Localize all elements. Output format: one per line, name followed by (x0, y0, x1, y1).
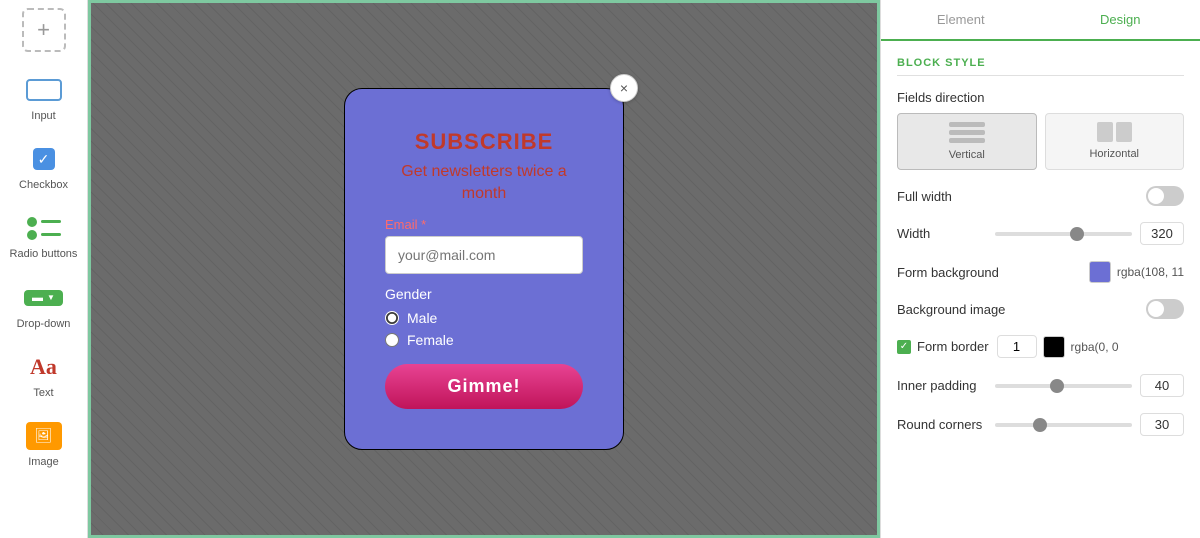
sidebar-item-radio[interactable]: Radio buttons (0, 202, 87, 271)
gender-male-radio[interactable] (385, 311, 399, 325)
sidebar-item-text[interactable]: Aa Text (0, 341, 87, 410)
inner-padding-slider-thumb[interactable] (1050, 379, 1064, 393)
round-corners-row: Round corners (897, 413, 1184, 436)
form-widget-wrapper: × SUBSCRIBE Get newsletters twice a mont… (344, 88, 624, 451)
inner-padding-input[interactable] (1140, 374, 1184, 397)
width-row: Width (897, 222, 1184, 245)
inner-padding-slider-group (995, 374, 1184, 397)
full-width-label: Full width (897, 189, 987, 204)
round-corners-label: Round corners (897, 417, 987, 432)
right-panel: Element Design BLOCK STYLE Fields direct… (880, 0, 1200, 538)
gender-label: Gender (385, 286, 583, 302)
email-label: Email * (385, 217, 583, 232)
sidebar-item-label: Image (28, 456, 59, 469)
round-corners-slider-track[interactable] (995, 423, 1132, 427)
submit-button[interactable]: Gimme! (385, 364, 583, 409)
sidebar: + Input ✓ Checkbox Radio buttons ▬ ▼ Dro… (0, 0, 88, 538)
gender-field-group: Gender Male Female (385, 286, 583, 348)
sidebar-item-input[interactable]: Input (0, 64, 87, 133)
round-corners-slider-group (995, 413, 1184, 436)
sidebar-item-checkbox[interactable]: ✓ Checkbox (0, 133, 87, 202)
section-block-style: BLOCK STYLE (897, 57, 1184, 76)
direction-vertical-label: Vertical (949, 149, 985, 161)
form-close-button[interactable]: × (610, 74, 638, 102)
round-corners-slider-thumb[interactable] (1033, 418, 1047, 432)
input-icon (22, 74, 66, 106)
form-background-label: Form background (897, 265, 999, 280)
round-corners-input[interactable] (1140, 413, 1184, 436)
form-background-swatch[interactable] (1089, 261, 1111, 283)
form-background-value: rgba(108, 11 (1117, 265, 1184, 279)
width-slider-thumb[interactable] (1070, 227, 1084, 241)
checkbox-icon: ✓ (22, 143, 66, 175)
gender-female-label: Female (407, 332, 454, 348)
image-icon: 🖼 (22, 420, 66, 452)
direction-vertical[interactable]: Vertical (897, 113, 1037, 170)
form-border-label: Form border (917, 339, 989, 354)
plus-icon: + (37, 17, 50, 43)
sidebar-item-label: Input (31, 110, 55, 123)
form-border-value-row: rgba(0, 0 (997, 335, 1184, 358)
width-slider-track[interactable] (995, 232, 1132, 236)
radio-icon (22, 212, 66, 244)
background-image-label: Background image (897, 302, 1005, 317)
sidebar-item-label: Radio buttons (10, 248, 78, 261)
direction-horizontal-label: Horizontal (1089, 148, 1139, 160)
toggle-knob-bg (1148, 301, 1164, 317)
form-title: SUBSCRIBE (415, 129, 554, 155)
sidebar-item-image[interactable]: 🖼 Image (0, 410, 87, 479)
width-label: Width (897, 226, 987, 241)
form-border-color-value: rgba(0, 0 (1071, 340, 1119, 354)
tab-design[interactable]: Design (1041, 0, 1200, 41)
form-border-color-swatch[interactable] (1043, 336, 1065, 358)
width-input[interactable] (1140, 222, 1184, 245)
form-border-label-group: ✓ Form border (897, 339, 989, 354)
inner-padding-slider-track[interactable] (995, 384, 1132, 388)
gender-female-radio[interactable] (385, 333, 399, 347)
email-input[interactable] (385, 236, 583, 274)
sidebar-item-label: Drop-down (17, 318, 71, 331)
toggle-knob (1148, 188, 1164, 204)
form-widget: SUBSCRIBE Get newsletters twice a month … (344, 88, 624, 451)
dropdown-icon: ▬ ▼ (22, 282, 66, 314)
form-border-row: ✓ Form border rgba(0, 0 (897, 335, 1184, 358)
form-subtitle: Get newsletters twice a month (385, 161, 583, 206)
canvas-area: ↖ × SUBSCRIBE Get newsletters twice a mo… (88, 0, 880, 538)
inner-padding-label: Inner padding (897, 378, 987, 393)
add-button[interactable]: + (22, 8, 66, 52)
email-field-group: Email * (385, 217, 583, 274)
form-border-checkbox[interactable]: ✓ (897, 340, 911, 354)
tab-element[interactable]: Element (881, 0, 1041, 41)
horizontal-icon (1097, 122, 1132, 142)
gender-male-label: Male (407, 310, 437, 326)
form-background-row: Form background rgba(108, 11 (897, 261, 1184, 283)
background-image-row: Background image (897, 299, 1184, 319)
direction-options: Vertical Horizontal (897, 113, 1184, 170)
gender-male-option[interactable]: Male (385, 310, 583, 326)
sidebar-item-label: Checkbox (19, 179, 68, 192)
panel-content: BLOCK STYLE Fields direction Vertical Ho… (881, 41, 1200, 538)
direction-horizontal[interactable]: Horizontal (1045, 113, 1185, 170)
fields-direction-label: Fields direction (897, 90, 1184, 105)
vertical-icon (949, 122, 985, 143)
full-width-toggle[interactable] (1146, 186, 1184, 206)
text-icon: Aa (22, 351, 66, 383)
sidebar-item-dropdown[interactable]: ▬ ▼ Drop-down (0, 272, 87, 341)
width-slider-group (995, 222, 1184, 245)
full-width-row: Full width (897, 186, 1184, 206)
gender-female-option[interactable]: Female (385, 332, 583, 348)
sidebar-item-label: Text (33, 387, 53, 400)
form-background-color-row: rgba(108, 11 (1089, 261, 1184, 283)
inner-padding-row: Inner padding (897, 374, 1184, 397)
background-image-toggle[interactable] (1146, 299, 1184, 319)
form-border-width-input[interactable] (997, 335, 1037, 358)
panel-tabs: Element Design (881, 0, 1200, 41)
